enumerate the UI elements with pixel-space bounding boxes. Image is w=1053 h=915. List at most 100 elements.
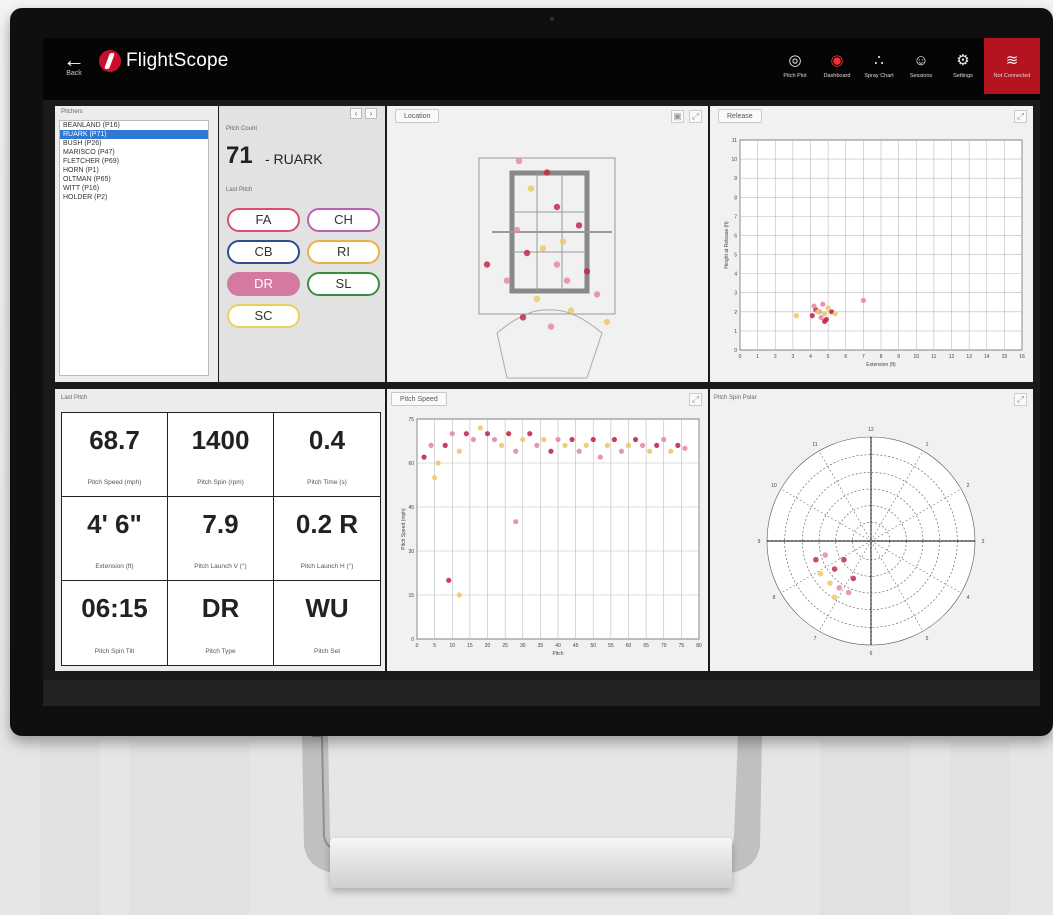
x-tick-label: 45 [573, 643, 579, 649]
pitch-type-cb-button[interactable]: CB [227, 240, 300, 264]
pitcher-list[interactable]: BEANLAND (P16) RUARK (P71) BUSH (P26) MARIS… [59, 120, 209, 376]
data-point [435, 460, 441, 466]
x-tick-label: 55 [608, 643, 614, 649]
data-point [446, 577, 452, 583]
data-point [533, 295, 541, 303]
stat-value: 4' 6" [87, 509, 142, 539]
pitch-type-sl-button[interactable]: SL [307, 272, 380, 296]
next-pitcher-button[interactable]: › [365, 108, 377, 119]
pitch-type-sc-button[interactable]: SC [227, 304, 300, 328]
nav-connection[interactable]: ≋ Not Connected [984, 38, 1040, 94]
data-point [618, 448, 625, 454]
y-tick-label: 8 [734, 195, 737, 201]
stat-value: 06:15 [81, 593, 148, 623]
stat-value: DR [201, 593, 240, 623]
x-tick-label: 4 [809, 354, 812, 360]
data-point [559, 238, 567, 245]
data-point [822, 311, 828, 317]
stat-label: Pitch Time (s) [307, 479, 347, 486]
nav-sessions[interactable]: ☺ Sessions [900, 38, 942, 94]
x-tick-label: 30 [520, 643, 526, 649]
data-point [527, 185, 535, 192]
pitch-count-label: Pitch Count [226, 126, 258, 132]
last-pitch-label: Last Pitch [226, 187, 253, 193]
pitch-type-ri-button[interactable]: RI [307, 240, 380, 264]
pitch-type-fa-button[interactable]: FA [227, 208, 300, 232]
location-dropdown[interactable]: Location [395, 109, 440, 123]
pitcher-list-item[interactable]: OLTMAN (P65) [60, 175, 208, 184]
nav-dashboard[interactable]: ◉ Dashboard [816, 38, 858, 94]
back-button[interactable]: ← Back [59, 49, 89, 78]
data-point [567, 307, 575, 314]
pitcher-name: - RUARK [265, 151, 323, 167]
stat-cell: 0.2 R Pitch Launch H (°) [274, 497, 380, 581]
nav-pitch-plot[interactable]: ◎ Pitch Plot [774, 38, 816, 94]
stat-cell: 1400 Pitch Spin (rpm) [168, 413, 274, 497]
x-tick-label: 8 [880, 354, 883, 360]
spin-polar-title: Pitch Spin Polar [714, 395, 757, 401]
pitch-type-dr-button[interactable]: DR [227, 272, 300, 296]
prev-pitcher-button[interactable]: ‹ [350, 108, 362, 119]
pitcher-list-item[interactable]: FLETCHER (P69) [60, 157, 208, 166]
pitch-type-ch-button[interactable]: CH [307, 208, 380, 232]
pitcher-list-item[interactable]: BEANLAND (P16) [60, 121, 208, 130]
data-point [576, 448, 582, 454]
stat-cell: 0.4 Pitch Time (s) [274, 413, 380, 497]
background-stripe [820, 740, 910, 915]
data-point [515, 157, 523, 165]
camera-icon[interactable]: ▣ [671, 110, 684, 123]
y-tick-label: 11 [732, 138, 737, 144]
pitch-speed-dropdown[interactable]: Pitch Speed [391, 392, 447, 406]
x-tick-label: 80 [696, 643, 702, 649]
x-tick-label: 15 [467, 643, 473, 649]
expand-icon[interactable]: ⤢ [1014, 110, 1027, 123]
x-tick-label: 25 [502, 643, 508, 649]
x-tick-label: 12 [949, 354, 955, 360]
x-tick-label: 70 [661, 643, 667, 649]
data-point [836, 585, 843, 591]
data-point [822, 318, 828, 324]
data-point [604, 442, 610, 448]
nav-label: Not Connected [993, 73, 1031, 79]
x-tick-label: 10 [449, 643, 455, 649]
monitor-bezel: ← Back FlightScope ◎ Pitch Plot ◉ Dashboar… [10, 8, 1053, 736]
expand-icon[interactable]: ⤢ [689, 110, 702, 123]
data-point [513, 226, 521, 234]
pitcher-list-item[interactable]: HOLDER (P2) [60, 193, 208, 202]
x-tick-label: 11 [931, 354, 936, 360]
x-tick-label: 13 [966, 354, 972, 360]
data-point [442, 442, 448, 448]
stat-value: 68.7 [89, 425, 140, 455]
expand-icon[interactable]: ⤢ [1014, 393, 1027, 406]
pitcher-list-item[interactable]: WITT (P16) [60, 184, 208, 193]
polar-hour-label: 9 [758, 539, 761, 545]
pitch-speed-chart: 0 5 10 15 20 25 30 35 40 45 50 55 60 65 70 75 80 0 15 30 45 6… [401, 417, 702, 657]
data-point [563, 277, 571, 284]
pitcher-list-item[interactable]: BUSH (P26) [60, 139, 208, 148]
data-point [647, 448, 653, 454]
data-point [456, 592, 462, 598]
stat-value: 7.9 [202, 509, 239, 539]
pitcher-list-item[interactable]: RUARK (P71) [60, 130, 208, 139]
nav-settings[interactable]: ⚙ Settings [942, 38, 984, 94]
data-point [831, 566, 838, 572]
person-icon: ☺ [913, 52, 929, 69]
data-point [463, 431, 469, 437]
data-point [611, 436, 617, 443]
last-pitch-stats-panel: Last Pitch 68.7 Pitch Speed (mph) 1400 Pitc… [55, 389, 385, 671]
stat-label: Pitch Launch V (°) [194, 563, 247, 570]
y-tick-label: 60 [408, 461, 414, 467]
gear-icon: ⚙ [956, 52, 970, 69]
nav-spray-chart[interactable]: ∴ Spray Chart [858, 38, 900, 94]
data-point [845, 589, 852, 596]
gauge-icon: ◉ [830, 52, 844, 69]
data-point [523, 249, 531, 257]
pitcher-list-item[interactable]: MARISCO (P47) [60, 148, 208, 157]
data-point [640, 442, 646, 448]
target-icon: ◎ [788, 52, 802, 69]
pitcher-list-item[interactable]: HORN (P1) [60, 166, 208, 175]
data-point [491, 436, 498, 443]
expand-icon[interactable]: ⤢ [689, 393, 702, 406]
release-dropdown[interactable]: Release [718, 109, 762, 123]
data-point [520, 436, 526, 443]
